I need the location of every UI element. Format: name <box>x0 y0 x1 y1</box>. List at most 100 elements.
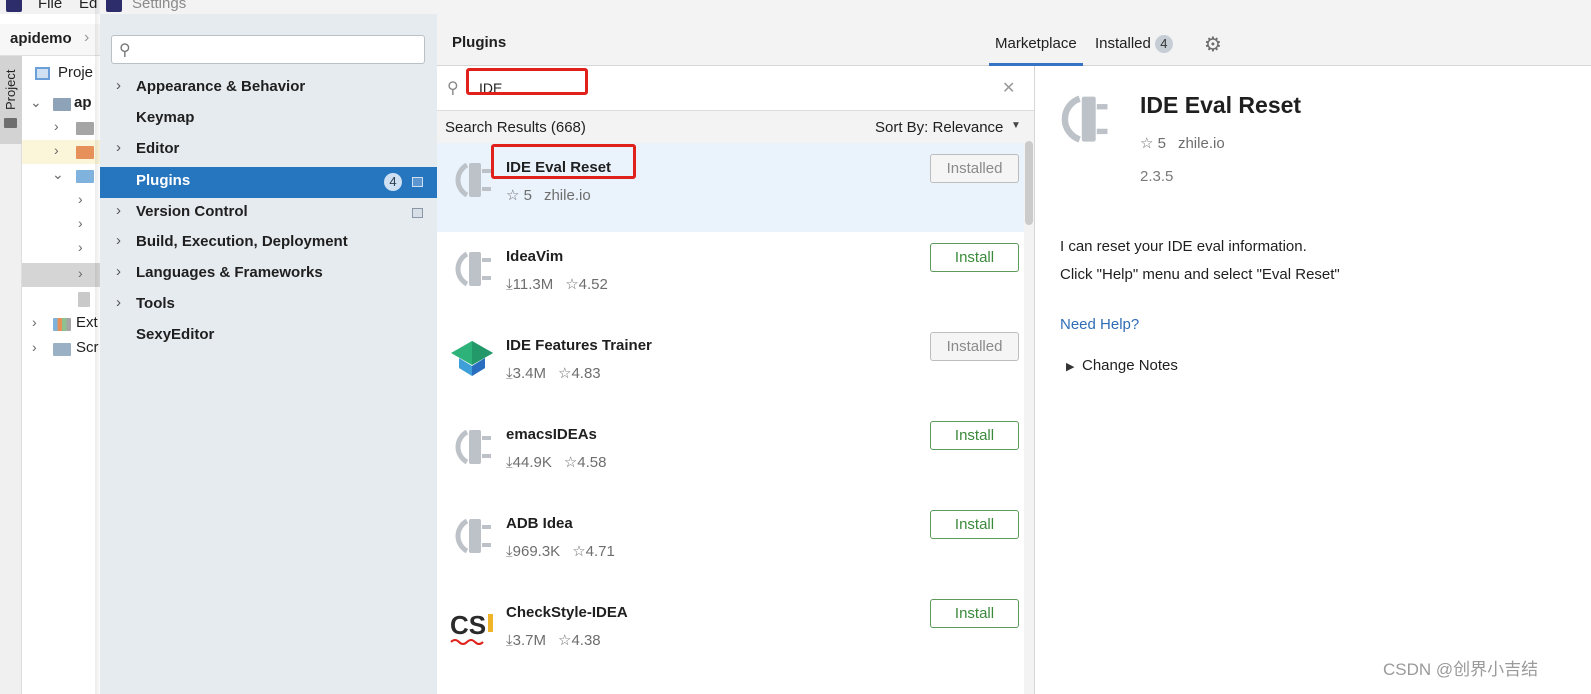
sidebar-item-plugins[interactable]: Plugins 4 <box>100 167 437 198</box>
project-tree-header[interactable]: Proje <box>22 62 100 86</box>
project-tool-tab[interactable]: Project <box>0 56 22 144</box>
plugin-row[interactable]: IdeaVim ⤓11.3M ☆4.52 Install <box>437 232 1024 321</box>
chevron-down-icon[interactable]: ⌄ <box>52 166 64 183</box>
chevron-right-icon[interactable]: › <box>116 263 121 280</box>
chevron-down-icon[interactable]: ⌄ <box>30 94 42 111</box>
detail-vendor[interactable]: zhile.io <box>1178 135 1225 152</box>
detail-description: I can reset your IDE eval information. C… <box>1060 233 1340 289</box>
download-icon: ⤓ <box>506 543 513 560</box>
sidebar-item-keymap[interactable]: Keymap <box>100 104 437 135</box>
plugin-row[interactable]: emacsIDEAs ⤓44.9K ☆4.58 Install <box>437 410 1024 499</box>
tree-row[interactable]: › <box>22 140 100 164</box>
plugin-name[interactable]: IdeaVim <box>506 248 563 265</box>
tree-row[interactable]: › <box>22 213 100 237</box>
star-icon: ☆ <box>558 365 572 382</box>
chevron-right-icon[interactable]: › <box>54 142 59 158</box>
plugin-detail-panel: IDE Eval Reset ☆ 5 zhile.io 2.3.5 I can r… <box>1035 66 1591 694</box>
change-notes-label: Change Notes <box>1082 357 1178 374</box>
plugin-name[interactable]: emacsIDEAs <box>506 426 597 443</box>
plugin-meta: ⤓44.9K ☆4.58 <box>506 453 607 471</box>
tree-row[interactable]: ⌄ <box>22 164 100 188</box>
chevron-right-icon[interactable]: › <box>78 191 83 207</box>
plugin-meta: ⤓11.3M ☆4.52 <box>506 275 608 293</box>
plugin-meta: ⤓3.4M ☆4.83 <box>506 364 601 382</box>
tree-row[interactable]: › <box>22 189 100 213</box>
sidebar-item-build[interactable]: › Build, Execution, Deployment <box>100 228 437 259</box>
intellij-app-icon <box>6 0 22 12</box>
install-button[interactable]: Install <box>930 421 1019 450</box>
project-settings-icon <box>412 208 423 218</box>
watermark: CSDN @创界小吉结 <box>1383 660 1539 679</box>
plugin-name[interactable]: CheckStyle-IDEA <box>506 604 628 621</box>
installed-button[interactable]: Installed <box>930 332 1019 361</box>
sidebar-item-version-control[interactable]: › Version Control <box>100 198 437 229</box>
installed-button[interactable]: Installed <box>930 154 1019 183</box>
chevron-right-icon[interactable]: › <box>116 232 121 249</box>
chevron-right-icon[interactable]: › <box>116 294 121 311</box>
search-icon: ⚲ <box>119 42 131 59</box>
sidebar-item-label: Editor <box>136 140 180 157</box>
settings-search-input[interactable]: ⚲ <box>111 35 425 64</box>
sidebar-item-languages[interactable]: › Languages & Frameworks <box>100 259 437 290</box>
chevron-right-icon[interactable]: › <box>32 339 37 355</box>
chevron-right-icon[interactable]: › <box>54 118 59 134</box>
change-notes-toggle[interactable]: ▶ Change Notes <box>1066 357 1178 374</box>
plugin-rating: 4.58 <box>577 454 607 471</box>
plugin-rating: 4.83 <box>571 365 601 382</box>
folder-icon <box>4 118 17 128</box>
plugin-row[interactable]: IDE Features Trainer ⤓3.4M ☆4.83 Installe… <box>437 321 1024 410</box>
download-icon: ⤓ <box>506 632 513 649</box>
caret-down-icon[interactable]: ▼ <box>1011 120 1021 131</box>
scratches-icon <box>53 343 71 356</box>
plug-icon <box>455 251 491 287</box>
chevron-right-icon[interactable]: › <box>116 202 121 219</box>
chevron-right-icon[interactable]: › <box>32 314 37 330</box>
tree-row[interactable] <box>22 288 100 312</box>
install-button[interactable]: Install <box>930 510 1019 539</box>
plugin-vendor: zhile.io <box>543 187 591 204</box>
chevron-right-icon[interactable]: › <box>78 265 83 281</box>
clear-icon[interactable]: ✕ <box>1002 78 1015 98</box>
install-button[interactable]: Install <box>930 243 1019 272</box>
install-button[interactable]: Install <box>930 599 1019 628</box>
need-help-link[interactable]: Need Help? <box>1060 316 1139 333</box>
project-breadcrumb[interactable]: apidemo <box>10 30 72 47</box>
chevron-right-icon[interactable]: › <box>78 215 83 231</box>
chevron-right-icon[interactable]: › <box>78 239 83 255</box>
plugin-row[interactable]: CS CheckStyle-IDEA ⤓3.7M ☆4.38 Install <box>437 588 1024 677</box>
tab-marketplace[interactable]: Marketplace <box>989 29 1083 66</box>
plugin-row[interactable]: ADB Idea ⤓969.3K ☆4.71 Install <box>437 499 1024 588</box>
tab-label: Installed <box>1095 35 1151 52</box>
plug-icon <box>455 429 491 465</box>
tab-installed[interactable]: Installed 4 <box>1091 29 1177 66</box>
menu-file[interactable]: File <box>38 0 62 12</box>
sort-dropdown[interactable]: Sort By: Relevance <box>875 119 1003 136</box>
plugin-meta: ⤓969.3K ☆4.71 <box>506 542 615 560</box>
plug-icon <box>1061 95 1108 143</box>
chevron-right-icon[interactable]: › <box>116 77 121 94</box>
gear-icon[interactable]: ⚙ <box>1204 32 1222 57</box>
plugin-search-input[interactable]: ⚲ IDE ✕ <box>437 66 1034 111</box>
sidebar-item-editor[interactable]: › Editor <box>100 135 437 166</box>
search-icon: ⚲ <box>447 80 459 97</box>
plugin-name[interactable]: ADB Idea <box>506 515 573 532</box>
scrollbar-thumb[interactable] <box>1025 141 1033 225</box>
sidebar-item-appearance[interactable]: › Appearance & Behavior <box>100 73 437 104</box>
tree-row[interactable]: ⌄ ap <box>22 92 100 116</box>
sidebar-item-tools[interactable]: › Tools <box>100 290 437 321</box>
plugins-header: Plugins Marketplace Installed 4 ⚙ <box>437 14 1591 66</box>
tree-row[interactable]: › <box>22 116 100 140</box>
folder-icon <box>53 98 71 111</box>
ide-navigation-bar: apidemo › <box>0 24 100 56</box>
plugin-downloads: 969.3K <box>512 543 561 560</box>
tree-row[interactable]: › Scr <box>22 337 100 361</box>
tree-row[interactable]: › <box>22 237 100 261</box>
plugin-name[interactable]: IDE Features Trainer <box>506 337 652 354</box>
tree-row[interactable]: › <box>22 263 100 287</box>
tree-row[interactable]: › Ext <box>22 312 100 336</box>
sidebar-item-sexyeditor[interactable]: SexyEditor <box>100 321 437 352</box>
chevron-right-icon[interactable]: › <box>116 139 121 156</box>
settings-sidebar: ⚲ › Appearance & Behavior Keymap › Edito… <box>100 14 437 694</box>
plugin-list-scrollbar[interactable] <box>1024 111 1034 694</box>
plugin-row[interactable]: IDE Eval Reset ☆ 5 zhile.io Installed <box>437 143 1024 232</box>
